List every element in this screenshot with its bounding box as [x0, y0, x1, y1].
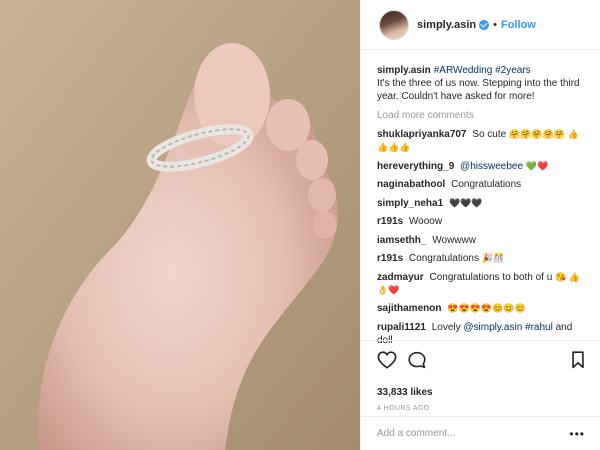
- comment-username[interactable]: shuklapriyanka707: [377, 129, 467, 140]
- list-item: zadmayur Congratulations to both of u 😘 …: [377, 271, 589, 297]
- list-item: sajithamenon 😍😍😍😍😊😊😊: [377, 302, 589, 315]
- add-comment-input[interactable]: [377, 428, 557, 439]
- comment-emoji: 🖤🖤🖤: [448, 197, 483, 208]
- comment-text: Lovely: [431, 321, 461, 333]
- header-username[interactable]: simply.asin: [417, 19, 476, 31]
- comment-bubble-icon[interactable]: [407, 351, 427, 374]
- separator-dot: •: [493, 18, 497, 31]
- comments-list: simply.asin #ARWedding #2years It's the t…: [377, 64, 589, 352]
- post-panel: simply.asin • Follow simply.asin #ARWeddi…: [360, 0, 600, 450]
- heart-icon[interactable]: [377, 351, 397, 374]
- list-item: iamsethh_ Wowwww: [377, 234, 589, 247]
- more-options-icon[interactable]: •••: [569, 427, 585, 441]
- comment-text: Congratulations to both of u: [429, 271, 553, 283]
- load-more-comments-link[interactable]: Load more comments: [377, 109, 589, 122]
- comment-emoji: 🎉🎊: [481, 253, 505, 263]
- caption-text: It's the three of us now. Stepping into …: [377, 78, 580, 102]
- comment-mention[interactable]: @hissweebee: [460, 161, 523, 172]
- comment-mention[interactable]: @simply.asin #rahul: [463, 322, 552, 333]
- comment-username[interactable]: zadmayur: [377, 272, 424, 283]
- comment-text: Wooow: [408, 216, 443, 227]
- list-item: r191s Congratulations 🎉🎊: [377, 252, 589, 265]
- likes-count[interactable]: 33,833 likes: [377, 387, 585, 398]
- bookmark-icon[interactable]: [571, 351, 585, 374]
- caption-username[interactable]: simply.asin: [377, 65, 431, 76]
- comment-text: Wowwww: [432, 234, 476, 246]
- action-bar: [377, 351, 585, 373]
- avatar[interactable]: [379, 9, 409, 40]
- comment-username[interactable]: rupali1121: [377, 322, 426, 333]
- follow-button[interactable]: Follow: [501, 19, 536, 31]
- add-comment-bar: •••: [361, 416, 600, 450]
- comment-text: Congratulations: [451, 179, 522, 190]
- list-item: r191s Wooow: [377, 215, 589, 228]
- comment-emoji: 😍😍😍😍😊😊😊: [447, 303, 526, 313]
- caption-hashtags[interactable]: #ARWedding #2years: [434, 65, 531, 76]
- list-item: shuklapriyanka707 So cute 🤗🤗🤗🤗🤗 👍👍👍👍: [377, 128, 589, 154]
- post-photo: [0, 0, 360, 450]
- comment-username[interactable]: r191s: [377, 216, 403, 227]
- comment-emoji: 💚❤️: [525, 160, 549, 171]
- post-header: simply.asin • Follow: [361, 0, 600, 50]
- list-item: simply_neha1 🖤🖤🖤: [377, 197, 589, 210]
- comment-username[interactable]: hereverything_9: [377, 161, 454, 172]
- comment-username[interactable]: sajithamenon: [377, 303, 441, 314]
- post-timestamp: 4 HOURS AGO: [377, 405, 430, 412]
- baby-foot-ring-image: [0, 0, 360, 450]
- comment-text: Congratulations: [408, 253, 479, 264]
- comment-username[interactable]: r191s: [377, 253, 403, 264]
- list-item: hereverything_9 @hissweebee 💚❤️: [377, 160, 589, 173]
- comment-text: So cute: [472, 129, 507, 140]
- verified-badge-icon: [479, 19, 490, 30]
- comment-username[interactable]: naginabathool: [377, 179, 445, 190]
- list-item: naginabathool Congratulations: [377, 178, 589, 191]
- caption: simply.asin #ARWedding #2years It's the t…: [377, 64, 589, 103]
- comment-username[interactable]: simply_neha1: [377, 198, 443, 209]
- comment-username[interactable]: iamsethh_: [377, 235, 426, 246]
